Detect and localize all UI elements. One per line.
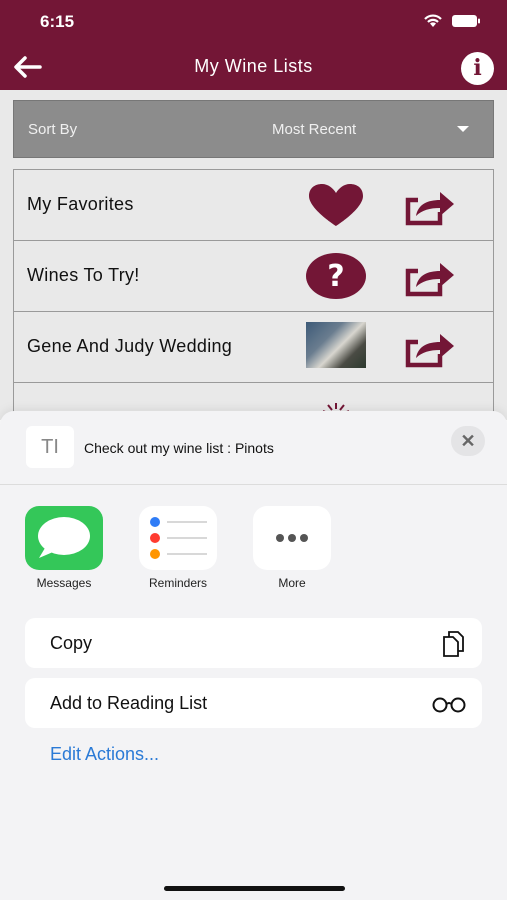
chevron-down-icon [457,126,469,132]
app-label: Messages [36,576,92,590]
app-label: Reminders [148,576,208,590]
action-label: Copy [50,633,93,653]
share-sheet-header: TI Check out my wine list : Pinots ✕ [0,411,507,485]
more-icon [253,506,331,570]
share-title: Check out my wine list : Pinots [84,440,274,456]
app-reminders[interactable]: Reminders [133,506,223,590]
share-sheet: TI Check out my wine list : Pinots ✕ Mes… [0,411,507,900]
status-bar: 6:15 [0,0,507,44]
list-item-gene-and-judy-wedding[interactable]: Gene And Judy Wedding [13,311,494,382]
share-icon[interactable] [404,330,458,370]
edit-actions-link[interactable]: Edit Actions... [50,744,159,765]
action-label: Add to Reading List [50,693,208,713]
reminders-icon [139,506,217,570]
list-item-label: My Favorites [27,194,134,214]
close-button[interactable]: ✕ [451,426,485,456]
nav-bar: My Wine Lists i [0,44,507,90]
sort-dropdown[interactable]: Sort By Most Recent [13,100,494,158]
heart-icon [309,184,363,226]
svg-text:?: ? [327,259,344,294]
list-item-my-favorites[interactable]: My Favorites [13,169,494,240]
list-item-wines-to-try[interactable]: Wines To Try! ? [13,240,494,311]
question-icon: ? [306,253,366,299]
home-indicator[interactable] [164,886,345,891]
share-icon[interactable] [404,259,458,299]
wifi-icon [424,14,442,27]
add-to-reading-list-action[interactable]: Add to Reading List [25,678,482,728]
app-label: More [278,576,306,590]
info-button[interactable]: i [461,52,494,85]
status-icons [423,14,481,28]
list-item-label: Gene And Judy Wedding [27,336,233,356]
glasses-icon [432,697,466,713]
photo-thumbnail [306,322,366,368]
page-title: My Wine Lists [194,56,313,76]
copy-action[interactable]: Copy [25,618,482,668]
app-messages[interactable]: Messages [19,506,109,590]
sort-value: Most Recent [272,121,357,138]
messages-icon [25,506,103,570]
text-document-icon: TI [26,426,74,468]
list-item-label: Wines To Try! [27,265,140,285]
share-icon[interactable] [404,188,458,228]
status-time: 6:15 [40,12,75,31]
app-more[interactable]: More [247,506,337,590]
sort-label: Sort By [28,121,78,138]
share-apps: Messages Reminders More [0,506,507,596]
copy-icon [443,631,464,657]
battery-icon [452,15,480,27]
